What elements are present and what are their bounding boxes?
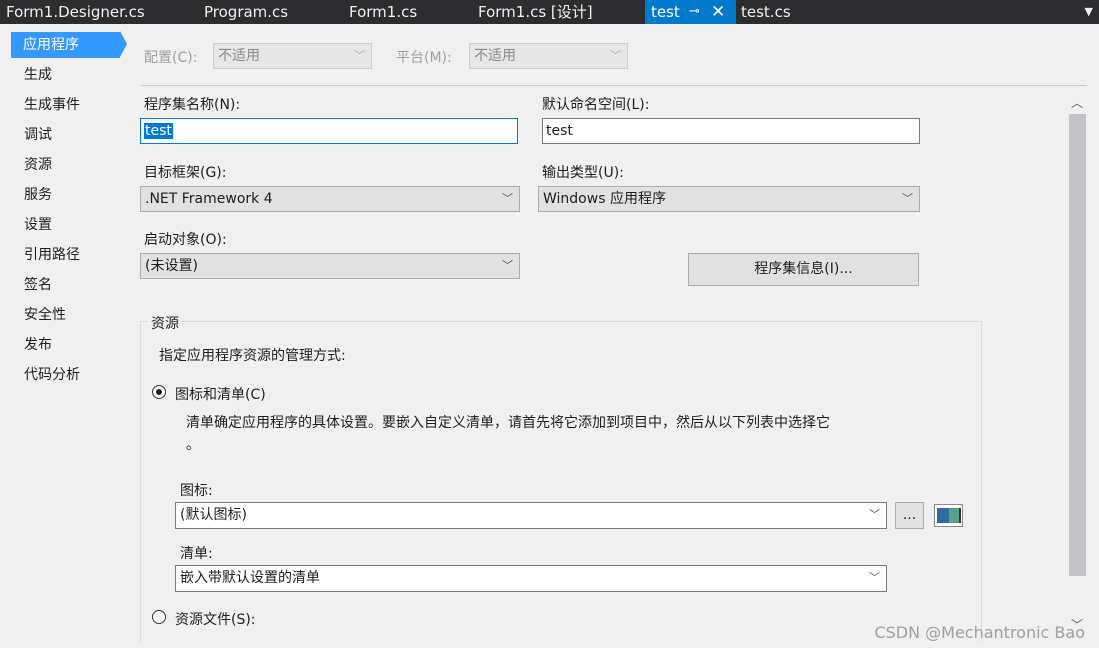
scrollbar-thumb[interactable] xyxy=(1069,114,1086,576)
nav-item-security[interactable]: 安全性 xyxy=(24,302,66,328)
icon-manifest-label[interactable]: 图标和清单(C) xyxy=(175,384,266,404)
platform-label: 平台(M): xyxy=(396,50,452,66)
startup-object-value: (未设置) xyxy=(145,258,198,274)
nav-item-resources[interactable]: 资源 xyxy=(24,152,52,178)
assembly-name-label: 程序集名称(N): xyxy=(144,97,241,113)
manifest-label: 清单: xyxy=(180,546,213,562)
browse-icon-button[interactable]: ... xyxy=(895,502,924,529)
nav-item-settings[interactable]: 设置 xyxy=(24,212,52,238)
startup-object-label: 启动对象(O): xyxy=(144,232,227,248)
tab-form1-cs[interactable]: Form1.cs xyxy=(349,0,417,24)
resource-file-radio[interactable] xyxy=(152,610,166,624)
nav-item-application[interactable]: 应用程序 xyxy=(11,32,120,58)
nav-item-debug[interactable]: 调试 xyxy=(24,122,52,148)
watermark: CSDN @Mechantronic Bao xyxy=(874,623,1085,642)
platform-value: 不适用 xyxy=(474,48,516,64)
chevron-down-icon: ﹀ xyxy=(610,49,621,62)
icon-preview-icon xyxy=(934,504,963,527)
icon-label: 图标: xyxy=(180,483,213,499)
resource-file-label[interactable]: 资源文件(S): xyxy=(175,609,256,629)
nav-item-reference-paths[interactable]: 引用路径 xyxy=(24,242,80,268)
nav-item-publish[interactable]: 发布 xyxy=(24,332,52,358)
output-type-value: Windows 应用程序 xyxy=(543,191,666,207)
target-framework-select[interactable]: .NET Framework 4 ﹀ xyxy=(140,186,520,212)
configuration-label: 配置(C): xyxy=(144,50,198,66)
resources-description: 指定应用程序资源的管理方式: xyxy=(159,348,346,364)
default-namespace-label: 默认命名空间(L): xyxy=(542,97,650,113)
resources-group xyxy=(140,321,982,642)
tab-overflow-icon[interactable]: ▼ xyxy=(1085,0,1093,24)
default-namespace-input[interactable]: test xyxy=(542,118,920,144)
config-divider xyxy=(141,85,1087,86)
icon-manifest-help-line2: 。 xyxy=(186,437,200,453)
chevron-down-icon: ﹀ xyxy=(869,571,880,584)
nav-item-build-events[interactable]: 生成事件 xyxy=(24,92,80,118)
resources-group-title: 资源 xyxy=(148,313,182,333)
nav-item-signing[interactable]: 签名 xyxy=(24,272,52,298)
manifest-value: 嵌入带默认设置的清单 xyxy=(180,570,320,586)
document-tab-bar: Form1.Designer.cs Program.cs Form1.cs Fo… xyxy=(0,0,1099,24)
startup-object-select[interactable]: (未设置) ﹀ xyxy=(140,253,520,279)
tab-program[interactable]: Program.cs xyxy=(204,0,288,24)
chevron-down-icon: ﹀ xyxy=(902,192,913,205)
platform-select[interactable]: 不适用 ﹀ xyxy=(469,43,628,69)
tab-test-cs[interactable]: test.cs xyxy=(741,0,791,24)
configuration-value: 不适用 xyxy=(218,48,260,64)
selection-arrow-icon xyxy=(120,31,127,57)
chevron-down-icon: ﹀ xyxy=(502,259,513,272)
close-icon[interactable]: ✕ xyxy=(711,0,725,24)
tab-form1-design[interactable]: Form1.cs [设计] xyxy=(478,0,593,24)
manifest-select[interactable]: 嵌入带默认设置的清单 ﹀ xyxy=(175,565,887,592)
tab-test-properties[interactable]: test ⊸ ✕ xyxy=(645,0,736,24)
chevron-down-icon: ﹀ xyxy=(869,508,880,521)
pin-icon[interactable]: ⊸ xyxy=(689,0,700,24)
icon-select[interactable]: (默认图标) ﹀ xyxy=(175,502,887,529)
scroll-up-icon[interactable]: ︿ xyxy=(1071,94,1083,111)
icon-manifest-radio[interactable] xyxy=(152,385,166,399)
output-type-label: 输出类型(U): xyxy=(542,165,624,181)
icon-value: (默认图标) xyxy=(180,507,247,523)
nav-item-services[interactable]: 服务 xyxy=(24,182,52,208)
target-framework-value: .NET Framework 4 xyxy=(145,191,273,207)
assembly-name-value: test xyxy=(144,123,173,139)
tab-form1-designer[interactable]: Form1.Designer.cs xyxy=(6,0,145,24)
icon-manifest-help-line1: 清单确定应用程序的具体设置。要嵌入自定义清单，请首先将它添加到项目中，然后从以下… xyxy=(186,415,830,431)
default-namespace-value: test xyxy=(546,123,573,139)
tab-test-label: test xyxy=(651,3,680,21)
nav-item-code-analysis[interactable]: 代码分析 xyxy=(24,362,80,388)
output-type-select[interactable]: Windows 应用程序 ﹀ xyxy=(538,186,920,212)
assembly-information-button[interactable]: 程序集信息(I)... xyxy=(688,253,919,286)
chevron-down-icon: ﹀ xyxy=(354,49,365,62)
nav-item-build[interactable]: 生成 xyxy=(24,62,52,88)
chevron-down-icon: ﹀ xyxy=(502,192,513,205)
assembly-name-input[interactable]: test xyxy=(140,118,518,144)
target-framework-label: 目标框架(G): xyxy=(144,165,227,181)
configuration-select[interactable]: 不适用 ﹀ xyxy=(213,43,372,69)
